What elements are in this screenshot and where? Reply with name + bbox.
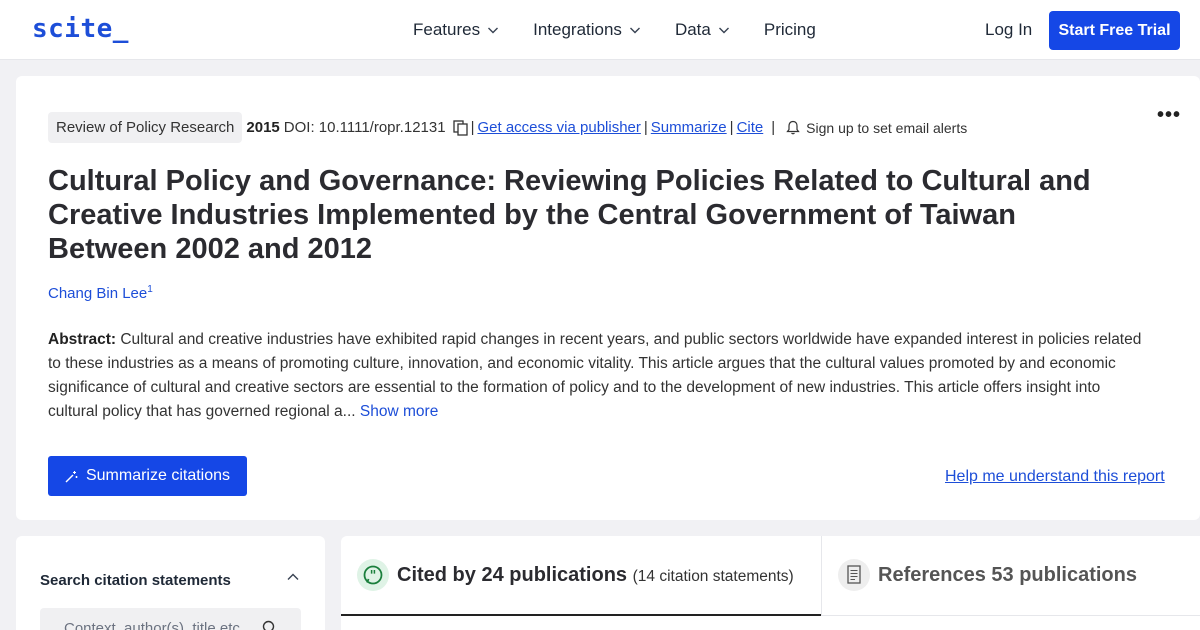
nav-features-label: Features	[413, 20, 481, 39]
separator: |	[470, 119, 475, 136]
nav-pricing-label: Pricing	[763, 20, 816, 39]
separator: |	[729, 119, 734, 136]
nav-integrations[interactable]: Integrations	[533, 20, 641, 40]
login-link[interactable]: Log In	[985, 20, 1032, 40]
author-affiliation-number: 1	[147, 284, 153, 295]
start-free-trial-button[interactable]: Start Free Trial	[1049, 11, 1180, 50]
citation-search-input[interactable]: Context, author(s), title etc.	[40, 608, 301, 630]
citation-statements-count: (14 citation statements)	[632, 568, 794, 585]
separator: |	[771, 119, 776, 136]
abstract-label: Abstract:	[48, 331, 117, 348]
paper-meta-row: Review of Policy Research 2015 DOI: 10.1…	[48, 112, 967, 143]
nav-features[interactable]: Features	[413, 20, 499, 40]
nav-integrations-label: Integrations	[533, 20, 622, 39]
summarize-citations-button[interactable]: Summarize citations	[48, 456, 247, 496]
nav-data[interactable]: Data	[675, 20, 730, 40]
chevron-down-icon	[488, 27, 499, 34]
paper-card: Review of Policy Research 2015 DOI: 10.1…	[16, 76, 1200, 520]
summarize-citations-label: Summarize citations	[85, 467, 231, 484]
doi-text: DOI: 10.1111/ropr.12131	[283, 119, 446, 136]
search-placeholder: Context, author(s), title etc.	[64, 620, 245, 630]
more-options-icon[interactable]: •••	[1157, 104, 1181, 127]
author-name[interactable]: Chang Bin Lee	[48, 285, 147, 302]
get-access-link[interactable]: Get access via publisher	[477, 119, 640, 136]
abstract: Abstract: Cultural and creative industri…	[48, 328, 1148, 424]
bell-icon[interactable]	[786, 120, 800, 135]
top-navigation-bar: scite_ Features Integrations Data Pricin…	[0, 0, 1200, 60]
separator: |	[643, 119, 648, 136]
chevron-down-icon	[718, 27, 729, 34]
abstract-text: Cultural and creative industries have ex…	[48, 331, 1142, 420]
tab-cited-by[interactable]: " Cited by 24 publications (14 citation …	[341, 536, 821, 616]
magic-wand-icon	[65, 470, 78, 482]
nav-pricing[interactable]: Pricing	[764, 20, 816, 40]
tab-references[interactable]: References 53 publications	[821, 536, 1200, 616]
paper-title: Cultural Policy and Governance: Reviewin…	[48, 165, 1091, 265]
cite-link[interactable]: Cite	[737, 119, 764, 136]
svg-text:": "	[370, 569, 377, 584]
citation-tabs: " Cited by 24 publications (14 citation …	[341, 536, 1200, 630]
author-link[interactable]: Chang Bin Lee1	[48, 284, 153, 302]
publication-year: 2015	[246, 119, 280, 136]
chevron-down-icon	[629, 27, 640, 34]
scite-logo[interactable]: scite_	[32, 14, 129, 44]
main-nav: Features Integrations Data Pricing	[413, 0, 850, 60]
chevron-up-icon[interactable]	[286, 570, 300, 584]
search-citation-statements-heading: Search citation statements	[40, 572, 231, 589]
nav-data-label: Data	[674, 20, 711, 39]
copy-icon[interactable]	[452, 119, 468, 136]
help-understand-link[interactable]: Help me understand this report	[945, 468, 1165, 486]
cited-by-count: Cited by 24 publications	[397, 564, 628, 586]
quote-bubble-icon: "	[357, 559, 389, 591]
cited-by-label: Cited by 24 publications (14 citation st…	[397, 564, 794, 587]
citation-search-panel: Search citation statements Context, auth…	[16, 536, 325, 630]
references-label: References 53 publications	[878, 564, 1137, 586]
show-more-link[interactable]: Show more	[356, 403, 438, 420]
journal-badge[interactable]: Review of Policy Research	[48, 112, 243, 143]
document-icon	[838, 559, 870, 591]
search-icon[interactable]	[262, 620, 278, 630]
summarize-link[interactable]: Summarize	[651, 119, 727, 136]
email-alerts-link[interactable]: Sign up to set email alerts	[806, 120, 967, 136]
